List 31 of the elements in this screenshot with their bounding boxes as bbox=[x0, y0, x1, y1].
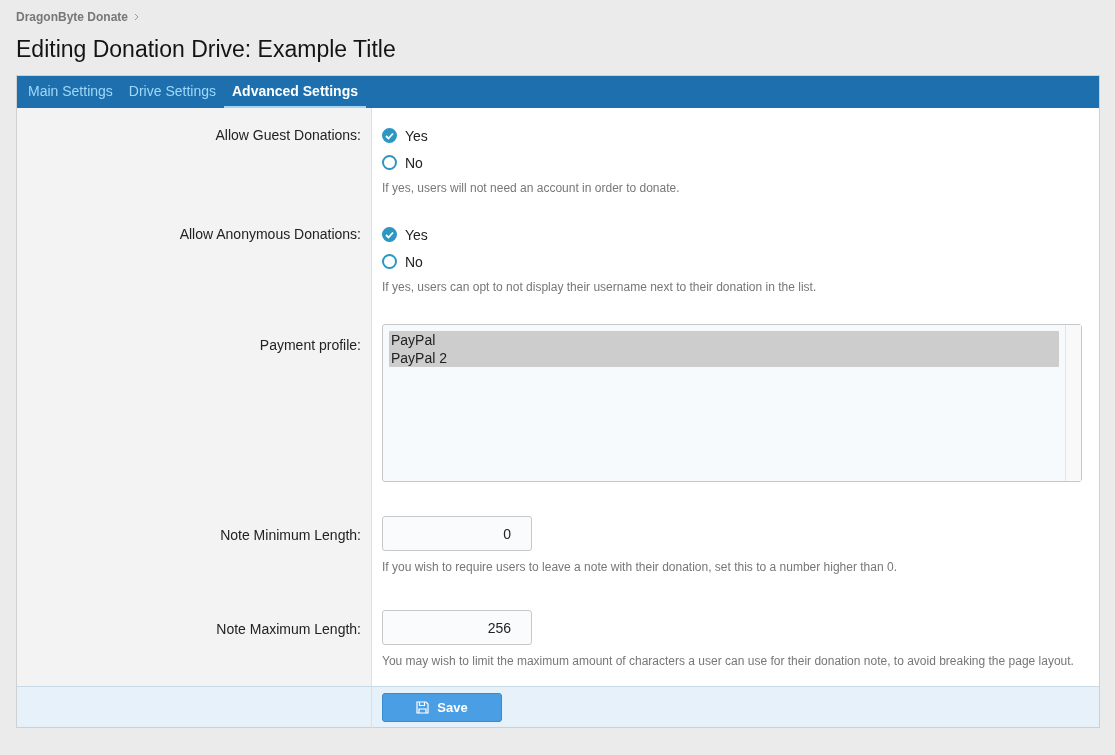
page-title: Editing Donation Drive: Example Title bbox=[16, 36, 397, 63]
chevron-icon bbox=[134, 13, 140, 21]
tab[interactable]: Drive Settings bbox=[120, 76, 224, 108]
hint-text: If yes, users will not need an account in order to donate. bbox=[382, 180, 680, 197]
hint-text: If you wish to require users to leave a note with their donation, set this to a number higher than 0. bbox=[382, 559, 897, 576]
radio-option[interactable]: No bbox=[382, 252, 423, 271]
breadcrumb-link[interactable]: DragonByte Donate bbox=[16, 10, 128, 24]
radio-button[interactable] bbox=[382, 155, 397, 170]
field-label: Allow Guest Donations: bbox=[215, 127, 361, 143]
check-icon bbox=[385, 230, 394, 239]
tab[interactable]: Main Settings bbox=[20, 76, 121, 108]
radio-option[interactable]: Yes bbox=[382, 126, 428, 145]
floppy-icon bbox=[416, 701, 430, 714]
list-option[interactable]: PayPal 2 bbox=[389, 349, 1059, 367]
list-box[interactable]: PayPal PayPal 2 bbox=[382, 324, 1082, 482]
check-icon bbox=[385, 131, 394, 140]
radio-button[interactable] bbox=[382, 128, 397, 143]
radio-button[interactable] bbox=[382, 227, 397, 242]
radio-option[interactable]: Yes bbox=[382, 225, 428, 244]
field-label: Allow Anonymous Donations: bbox=[179, 226, 361, 242]
radio-button[interactable] bbox=[382, 254, 397, 269]
radio-option[interactable]: No bbox=[382, 153, 423, 172]
list-option[interactable]: PayPal bbox=[389, 331, 1059, 349]
number-field[interactable]: 256 bbox=[382, 610, 532, 645]
field-label: Note Maximum Length: bbox=[216, 621, 361, 637]
number-field[interactable]: 0 bbox=[382, 516, 532, 551]
hint-text: If yes, users can opt to not display their username next to their donation in the list. bbox=[382, 279, 817, 296]
hint-text: You may wish to limit the maximum amount of characters a user can use for their donation note, to avoid breaking the page layout. bbox=[382, 653, 1074, 670]
field-label: Payment profile: bbox=[259, 337, 361, 353]
scrollbar[interactable] bbox=[1065, 325, 1081, 481]
field-label: Note Minimum Length: bbox=[220, 527, 361, 543]
